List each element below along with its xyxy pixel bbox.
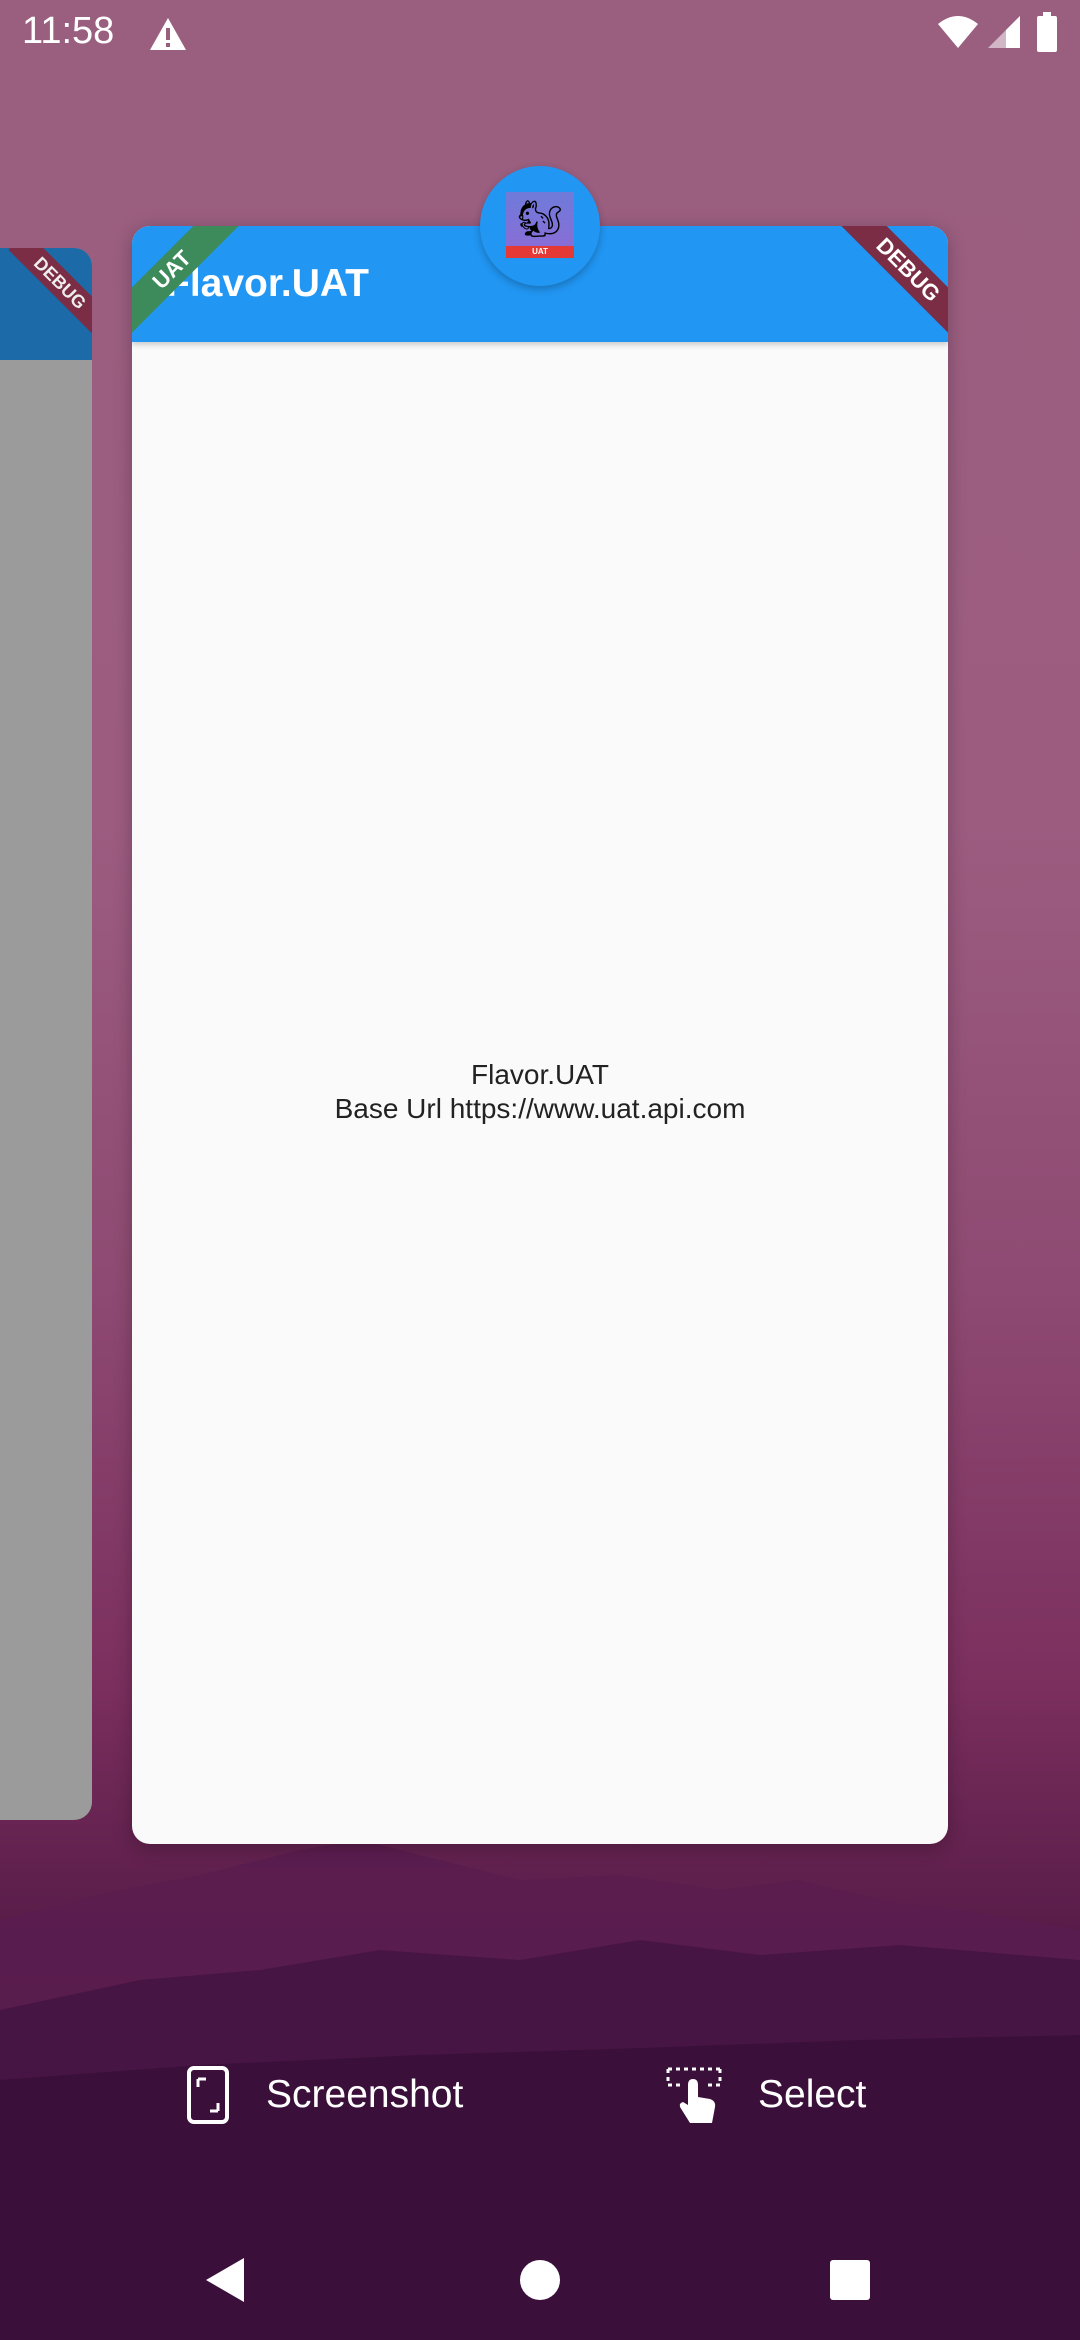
battery-icon [1037,12,1057,52]
app-bar-title: Flavor.UAT [166,262,369,305]
warning-icon [150,18,186,50]
status-bar: 11:58 [0,0,1080,66]
recents-actions: Screenshot Select [0,2020,1080,2170]
cell-signal-icon [988,16,1020,48]
squirrel-icon: 🐿 [517,198,563,239]
select-icon [666,2067,722,2123]
back-icon[interactable] [196,2250,256,2310]
status-time: 11:58 [22,10,115,52]
select-button[interactable]: Select [666,2020,866,2170]
flavor-label: Flavor.UAT [471,1059,609,1090]
recent-app-card-previous[interactable]: DEBUG [0,248,92,1820]
uat-badge: UAT [506,246,574,258]
navigation-bar [0,2220,1080,2340]
home-icon[interactable] [510,2250,570,2310]
app-body-text: Flavor.UAT Base Url https://www.uat.api.… [132,1058,948,1126]
recent-app-card[interactable]: Flavor.UAT UAT DEBUG Flavor.UAT Base Url… [132,226,948,1844]
recents-icon[interactable] [820,2250,880,2310]
app-icon-tile: 🐿 UAT [506,192,574,258]
wifi-icon [938,16,978,48]
select-label: Select [758,2073,867,2116]
screenshot-label: Screenshot [266,2073,464,2116]
base-url-label: Base Url https://www.uat.api.com [334,1093,746,1124]
screenshot-icon [187,2066,229,2124]
screenshot-button[interactable]: Screenshot [186,2020,463,2170]
app-icon-button[interactable]: 🐿 UAT [480,166,600,286]
